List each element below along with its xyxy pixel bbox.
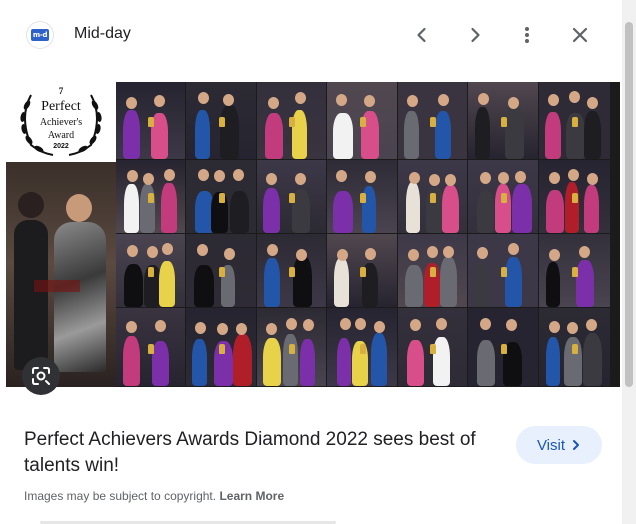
site-name[interactable]: Mid-day <box>74 25 131 43</box>
award-logo-tile: 7 Perfect Achiever's Award 2022 <box>6 82 116 162</box>
mid-day-logo: m-d <box>31 29 49 41</box>
collage-photo <box>398 82 467 159</box>
collage-photo <box>539 308 610 386</box>
collage-photo <box>116 234 185 307</box>
lens-search-icon <box>32 367 50 385</box>
award-line-3: Award <box>47 130 75 141</box>
scrollbar-thumb[interactable] <box>625 22 633 387</box>
collage-photo <box>398 160 467 233</box>
collage-photo <box>468 234 538 307</box>
copyright-notice: Images may be subject to copyright. Lear… <box>24 489 284 503</box>
close-button[interactable] <box>565 20 595 50</box>
result-title[interactable]: Perfect Achievers Awards Diamond 2022 se… <box>24 427 504 479</box>
previous-button[interactable] <box>407 20 437 50</box>
collage-photo <box>468 82 538 159</box>
collage-photo <box>398 308 467 386</box>
site-favicon[interactable]: m-d <box>27 22 53 48</box>
close-icon <box>572 27 588 43</box>
collage-photo <box>116 308 185 386</box>
chevron-right-icon <box>573 440 580 450</box>
collage-photo <box>327 234 397 307</box>
collage-photo <box>257 82 326 159</box>
collage-photo <box>257 234 326 307</box>
perfect-achievers-award-logo: 7 Perfect Achiever's Award 2022 <box>13 85 109 159</box>
collage-photo <box>327 160 397 233</box>
visit-label: Visit <box>536 436 566 454</box>
image-preview-panel: m-d Mid-day 7 Perfect Achiever's Award 2… <box>0 0 622 524</box>
copyright-text: Images may be subject to copyright. <box>24 489 217 503</box>
preview-header: m-d Mid-day <box>0 0 622 68</box>
logo-text: m-d <box>32 31 48 39</box>
visit-button[interactable]: Visit <box>516 426 602 464</box>
chevron-left-icon <box>417 27 426 43</box>
collage-photo <box>186 234 256 307</box>
collage-photo <box>327 82 397 159</box>
collage-photo <box>327 308 397 386</box>
collage-photo <box>186 160 256 233</box>
collage-photo <box>539 82 610 159</box>
learn-more-link[interactable]: Learn More <box>219 489 284 503</box>
collage-photo <box>186 82 256 159</box>
search-image-button[interactable] <box>22 357 60 395</box>
scrollbar[interactable] <box>622 0 636 524</box>
collage-photo <box>398 234 467 307</box>
collage-photo <box>116 82 185 159</box>
preview-image[interactable]: 7 Perfect Achiever's Award 2022 <box>6 82 620 387</box>
collage-photo <box>468 160 538 233</box>
collage-photo <box>539 160 610 233</box>
award-edition: 7 <box>58 86 64 96</box>
collage-photo <box>186 308 256 386</box>
featured-photo <box>6 162 116 387</box>
chevron-right-icon <box>471 27 480 43</box>
award-line-1: Perfect <box>41 99 81 114</box>
award-line-2: Achiever's <box>39 117 83 128</box>
collage-photo <box>539 234 610 307</box>
collage-photo <box>257 160 326 233</box>
award-year: 2022 <box>53 143 69 150</box>
collage-photo <box>468 308 538 386</box>
more-vert-icon <box>525 27 529 43</box>
collage-photo <box>257 308 326 386</box>
next-button[interactable] <box>460 20 490 50</box>
collage-photo <box>116 160 185 233</box>
more-options-button[interactable] <box>512 20 542 50</box>
